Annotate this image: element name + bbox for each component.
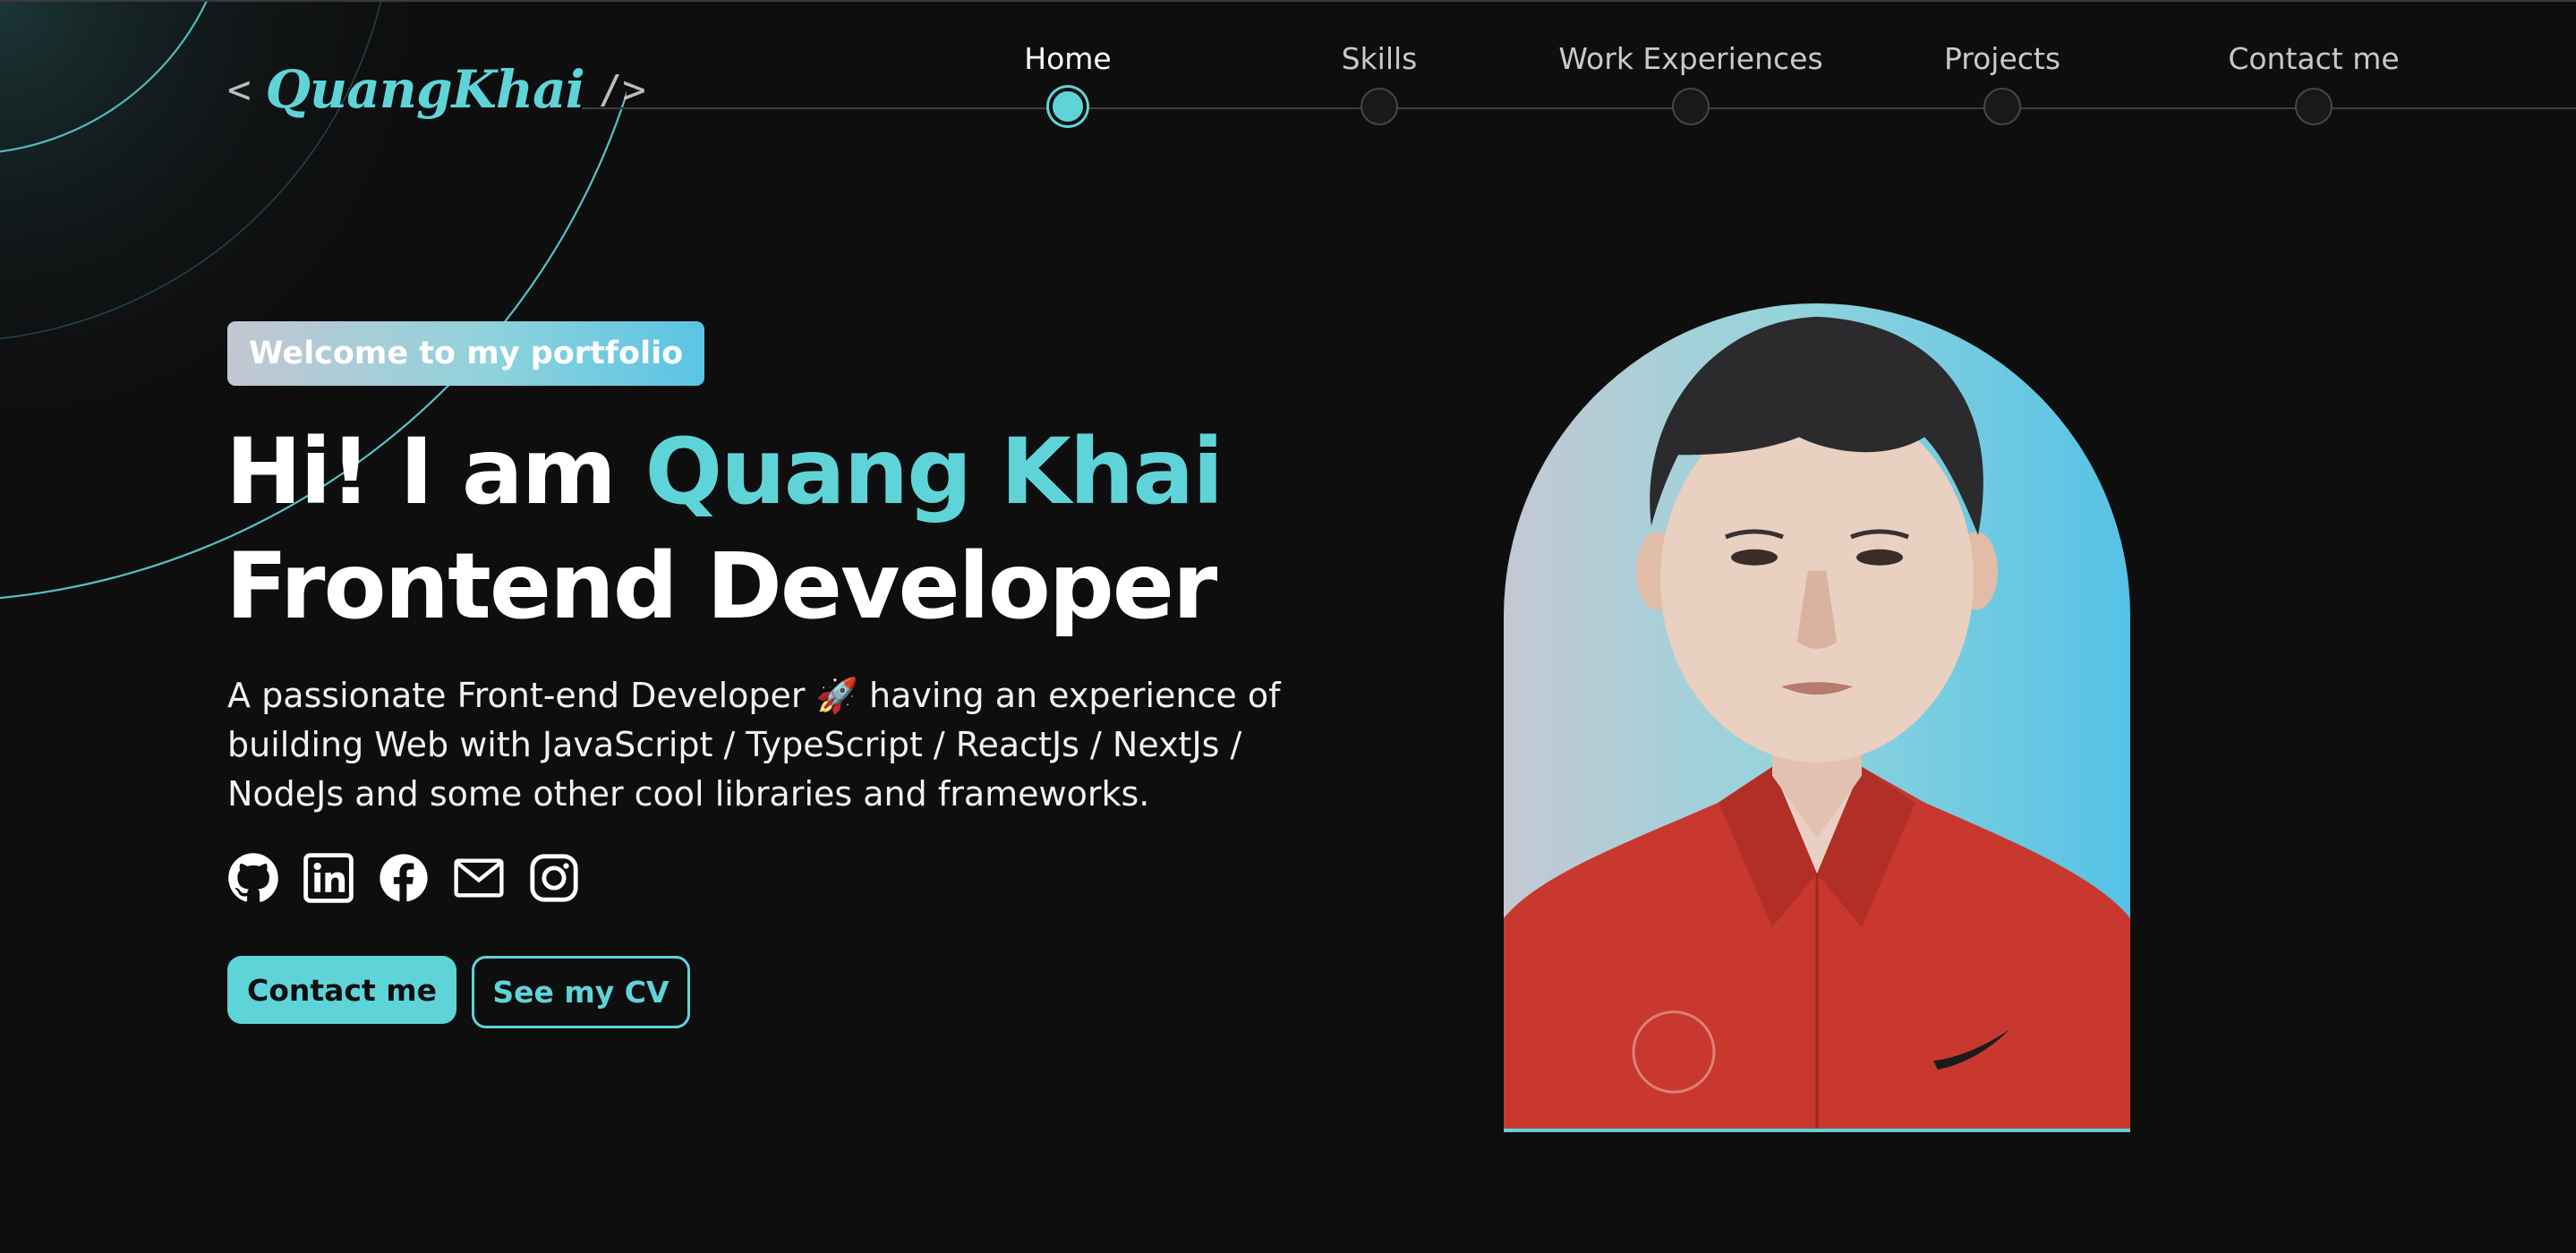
logo-name: QuangKhai [265,59,585,120]
nav-dot-projects [1983,88,2021,125]
nav-dot-skills [1361,88,1398,125]
nav-dot-home [1049,88,1087,125]
nav-label-projects: Projects [1943,41,2061,76]
github-icon[interactable] [227,852,279,904]
see-cv-button[interactable]: See my CV [472,956,690,1028]
portfolio-page: < QuangKhai /> Home Skills Work Experien… [0,0,2576,1253]
hero-name: Quang Khai [644,419,1224,525]
nav-item-skills[interactable]: Skills [1236,36,1523,125]
nav-label-skills: Skills [1341,41,1418,76]
mail-icon[interactable] [453,852,505,904]
social-links [227,852,580,904]
profile-photo [1504,303,2130,1132]
facebook-icon[interactable] [378,852,430,904]
nav-label-work-experiences: Work Experiences [1558,41,1823,76]
hero-headline: Hi! I am Quang Khai Frontend Developer [226,415,1224,644]
hero-intro: A passionate Front-end Developer 🚀 havin… [227,676,1281,814]
nav-label-home: Home [1024,41,1112,76]
nav-item-contact[interactable]: Contact me [2171,36,2457,125]
hero-greeting: Hi! I am [226,419,617,525]
logo-close-bracket: /> [598,66,646,113]
welcome-badge: Welcome to my portfolio [227,321,705,386]
site-logo[interactable]: < QuangKhai /> [227,45,646,134]
profile-photo-illustration [1504,316,2130,1129]
nav-item-projects[interactable]: Projects [1859,36,2145,125]
linkedin-icon[interactable] [303,852,354,904]
nav-dot-work-experiences [1672,88,1710,125]
hero-role: Frontend Developer [226,533,1217,640]
instagram-icon[interactable] [528,852,580,904]
contact-me-button[interactable]: Contact me [227,956,456,1024]
nav-item-home[interactable]: Home [925,36,1211,125]
nav-label-contact: Contact me [2228,41,2400,76]
nav-item-work-experiences[interactable]: Work Experiences [1548,36,1834,125]
nav-dot-contact [2295,88,2333,125]
logo-open-bracket: < [227,66,252,113]
